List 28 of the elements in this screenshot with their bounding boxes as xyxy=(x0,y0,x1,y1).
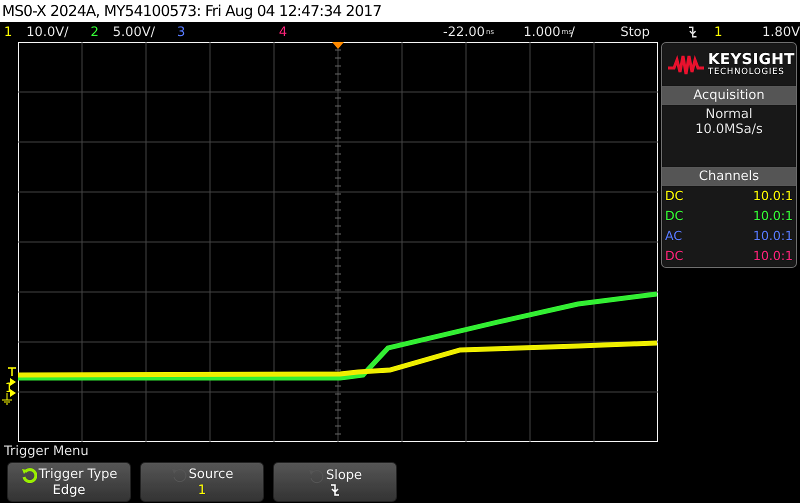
probe-ratio: 10.0:1 xyxy=(753,207,793,225)
trigger-level: 1.80V xyxy=(762,24,800,40)
channel-number[interactable]: 4 xyxy=(278,24,288,40)
brand-subtitle: TECHNOLOGIES xyxy=(708,67,786,77)
probe-ratio: 10.0:1 xyxy=(753,247,793,265)
channel-coupling: DC xyxy=(665,187,684,205)
brand-name: KEYSIGHT xyxy=(708,52,795,67)
window-title: MS0-X 2024A, MY54100573: Fri Aug 04 12:47:34 2017 xyxy=(0,0,800,22)
probe-ratio: 10.0:1 xyxy=(753,227,793,245)
channel-number[interactable]: 1 xyxy=(4,24,12,40)
softkey[interactable]: Trigger Type Edge xyxy=(7,462,131,502)
menu-title: Trigger Menu xyxy=(3,443,90,461)
softkey[interactable]: Source 1 xyxy=(140,462,264,502)
section-header: Channels xyxy=(662,167,796,186)
run-state: Stop xyxy=(620,24,650,40)
channel-number[interactable]: 2 xyxy=(90,24,99,40)
channel-scale: 5.00V/ xyxy=(112,24,155,40)
channel-coupling: DC xyxy=(665,247,684,265)
channel-scale: 10.0V/ xyxy=(26,24,68,40)
softkey[interactable]: Slope xyxy=(273,462,397,502)
trigger-source: 1 xyxy=(714,24,722,40)
probe-ratio: 10.0:1 xyxy=(753,187,793,205)
channel-coupling: AC xyxy=(665,227,682,245)
channel-coupling: DC xyxy=(665,207,684,225)
channel-number[interactable]: 3 xyxy=(177,24,186,40)
section-header: Acquisition xyxy=(662,86,796,105)
acquisition-mode: Normal xyxy=(705,107,753,122)
sample-rate: 10.0MSa/s xyxy=(695,122,763,137)
